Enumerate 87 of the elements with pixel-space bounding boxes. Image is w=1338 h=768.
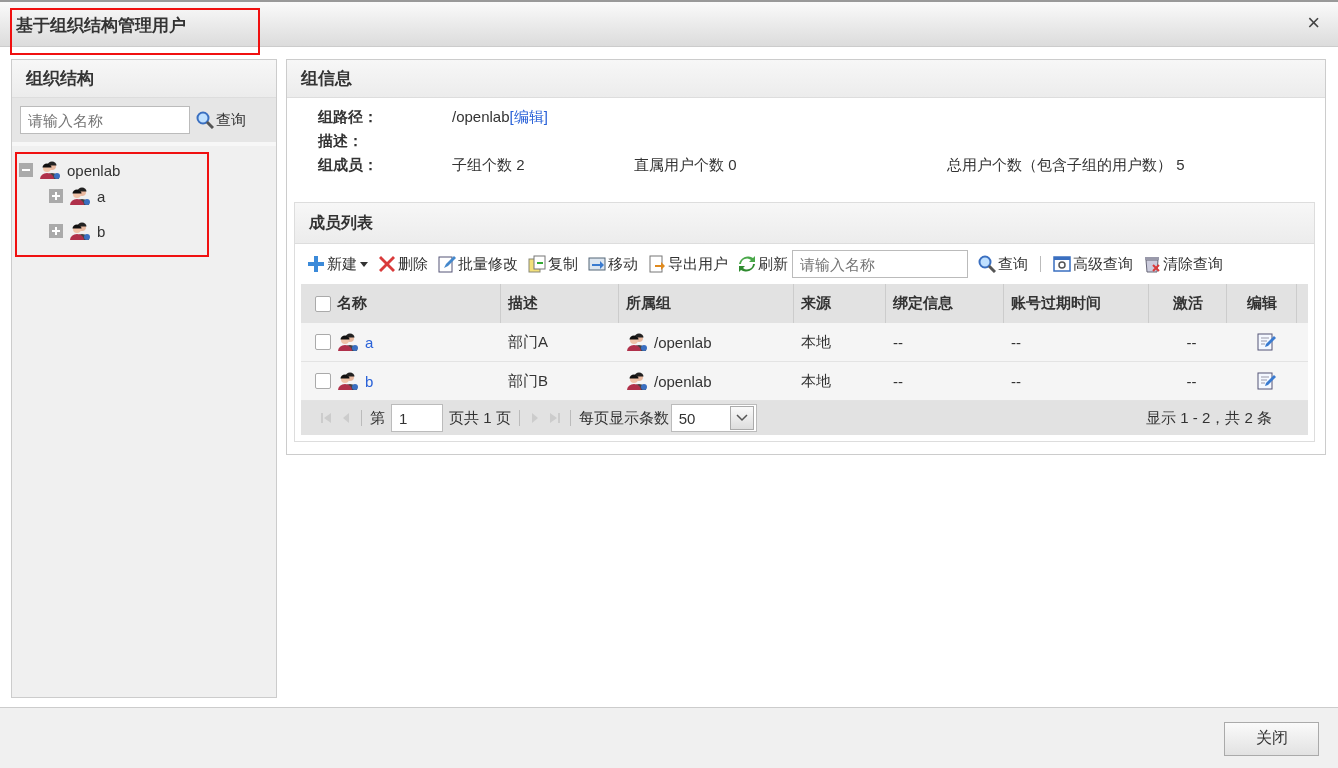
expand-toggle[interactable] bbox=[49, 224, 63, 238]
window-title: 基于组织结构管理用户 bbox=[10, 8, 260, 55]
table-cell: /openlab bbox=[654, 333, 712, 351]
panel-title: 组织结构 bbox=[26, 68, 94, 90]
field-label: 组路径： bbox=[318, 108, 379, 127]
delete-icon bbox=[378, 255, 396, 273]
search-icon bbox=[196, 111, 214, 129]
refresh-icon bbox=[738, 255, 756, 273]
move-icon bbox=[588, 255, 606, 273]
toolbar-button[interactable]: 导出用户 bbox=[648, 254, 728, 274]
column-header: 账号过期时间 bbox=[1011, 294, 1101, 313]
field-label: 组成员： bbox=[318, 156, 379, 175]
tree-item[interactable]: openlab bbox=[67, 161, 121, 179]
search-field[interactable]: 请输入名称 bbox=[792, 250, 968, 278]
column-header: 编辑 bbox=[1246, 294, 1277, 313]
field-value: /openlab[编辑] bbox=[452, 108, 549, 127]
expand-toggle[interactable] bbox=[49, 189, 63, 203]
field-value: 直属用户个数 0 bbox=[634, 156, 738, 175]
table-cell: -- bbox=[1011, 333, 1021, 351]
tree-item[interactable]: a bbox=[97, 187, 106, 205]
table-cell: 部门A bbox=[508, 332, 548, 352]
user-group-icon bbox=[626, 371, 648, 391]
close-button[interactable]: 关闭 bbox=[1224, 721, 1319, 756]
table-cell: -- bbox=[1186, 372, 1197, 390]
panel-title: 组信息 bbox=[301, 68, 352, 90]
collapse-toggle[interactable] bbox=[19, 163, 33, 177]
toolbar-button[interactable]: 新建 bbox=[307, 254, 368, 274]
advanced-search-icon bbox=[1053, 255, 1071, 273]
column-header: 名称 bbox=[337, 294, 367, 313]
page-summary: 显示 1 - 2，共 2 条 bbox=[1146, 408, 1273, 428]
user-icon bbox=[337, 371, 359, 391]
toolbar-button[interactable]: 复制 bbox=[528, 254, 578, 274]
page-size-label: 每页显示条数 bbox=[578, 408, 669, 428]
table-cell: -- bbox=[893, 372, 903, 390]
page-number-field[interactable]: 1 bbox=[391, 404, 443, 432]
close-button[interactable]: × bbox=[1303, 10, 1324, 36]
plus-icon bbox=[307, 255, 325, 273]
export-icon bbox=[648, 255, 666, 273]
copy-icon bbox=[528, 255, 546, 273]
edit-link[interactable]: [编辑] bbox=[509, 108, 548, 125]
column-header: 激活 bbox=[1172, 294, 1203, 313]
search-field[interactable]: 请输入名称 bbox=[20, 106, 190, 134]
column-header: 绑定信息 bbox=[893, 294, 953, 313]
user-group-icon bbox=[626, 332, 648, 352]
panel-title: 成员列表 bbox=[309, 212, 373, 233]
column-header: 来源 bbox=[801, 294, 831, 313]
chevron-down-icon bbox=[735, 414, 748, 422]
field-label: 描述： bbox=[318, 132, 364, 151]
toolbar-button[interactable]: 批量修改 bbox=[438, 254, 518, 274]
page-size-select[interactable]: 50 bbox=[670, 404, 757, 432]
field-value: 子组个数 2 bbox=[452, 156, 526, 175]
tree-item[interactable]: b bbox=[97, 222, 106, 240]
edit-button[interactable] bbox=[1255, 371, 1276, 391]
page-count-label: 页共 1 页 bbox=[449, 408, 511, 428]
table-cell: /openlab bbox=[654, 372, 712, 390]
toolbar-button[interactable]: 刷新 bbox=[738, 254, 788, 274]
checkbox[interactable] bbox=[315, 373, 331, 389]
checkbox[interactable] bbox=[315, 295, 331, 312]
toolbar-button[interactable]: 清除查询 bbox=[1143, 254, 1223, 274]
table-row[interactable]: a 部门A /openlab 本地 -- -- -- bbox=[301, 323, 1308, 362]
toolbar-button[interactable]: 高级查询 bbox=[1053, 254, 1133, 274]
user-group-icon bbox=[69, 186, 91, 206]
table-cell: 本地 bbox=[801, 371, 831, 391]
column-header: 描述 bbox=[508, 294, 538, 313]
column-header: 所属组 bbox=[626, 294, 671, 313]
table-cell: -- bbox=[1011, 372, 1021, 390]
toolbar-button[interactable]: 删除 bbox=[378, 254, 428, 274]
toolbar-button[interactable]: 移动 bbox=[588, 254, 638, 274]
search-icon bbox=[978, 255, 996, 273]
checkbox[interactable] bbox=[315, 334, 331, 350]
trash-icon bbox=[1143, 255, 1161, 273]
user-group-icon bbox=[39, 160, 61, 180]
user-icon bbox=[337, 332, 359, 352]
edit-icon bbox=[438, 255, 456, 273]
user-link[interactable]: a bbox=[365, 333, 374, 351]
table-cell: -- bbox=[1186, 333, 1197, 351]
table-cell: 本地 bbox=[801, 332, 831, 352]
edit-button[interactable] bbox=[1255, 332, 1276, 352]
search-button[interactable]: 查询 bbox=[196, 110, 246, 130]
user-group-icon bbox=[69, 221, 91, 241]
toolbar-button[interactable]: 查询 bbox=[978, 254, 1028, 274]
table-cell: 部门B bbox=[508, 371, 548, 391]
page-label: 第 bbox=[370, 408, 385, 428]
field-value: 总用户个数（包含子组的用户数） 5 bbox=[947, 156, 1185, 175]
table-row[interactable]: b 部门B /openlab 本地 -- -- -- bbox=[301, 362, 1308, 401]
user-link[interactable]: b bbox=[365, 372, 374, 390]
table-cell: -- bbox=[893, 333, 903, 351]
